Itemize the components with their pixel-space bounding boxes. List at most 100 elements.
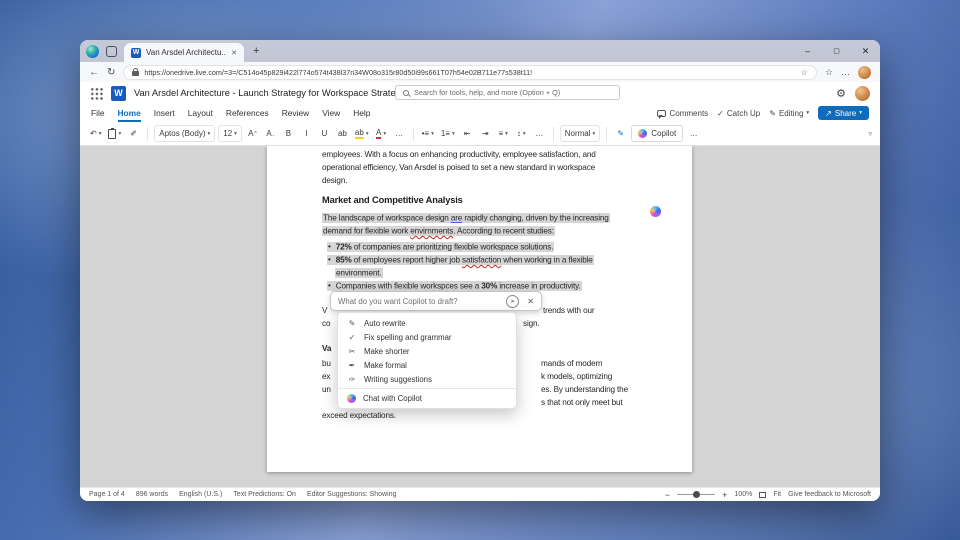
doc-bullet[interactable]: •Companies with flexible workspces see a…: [327, 280, 582, 291]
language-status[interactable]: English (U.S.): [179, 491, 222, 498]
shrink-font-button[interactable]: Aˬ: [263, 125, 278, 142]
copilot-button[interactable]: Copilot: [631, 125, 683, 142]
url-field[interactable]: https://onedrive.live.com/=3=/C514o45p82…: [123, 65, 817, 80]
zoom-out-icon[interactable]: −: [665, 490, 670, 500]
doc-fragment[interactable]: un: [322, 384, 331, 395]
fit-icon[interactable]: [759, 492, 766, 498]
menu-help[interactable]: Help: [353, 105, 370, 122]
menu-item-writing-suggestions[interactable]: ✑Writing suggestions: [338, 372, 516, 386]
zoom-in-icon[interactable]: +: [722, 490, 727, 500]
share-button[interactable]: ↗ Share ▾: [818, 106, 869, 120]
search-box[interactable]: Search for tools, help, and more (Option…: [395, 85, 620, 100]
menu-review[interactable]: Review: [282, 105, 309, 122]
document-page[interactable]: employees. With a focus on enhancing pro…: [267, 146, 692, 472]
bullets-button[interactable]: •≡▾: [420, 125, 436, 142]
doc-fragment[interactable]: exceed expectations.: [322, 410, 396, 421]
copilot-prompt-box[interactable]: What do you want Copilot to draft? ➤ ✕: [330, 291, 542, 311]
back-icon[interactable]: ←: [89, 67, 99, 78]
settings-gear-icon[interactable]: ⚙: [836, 87, 846, 100]
doc-fragment[interactable]: es. By understanding the: [541, 384, 628, 395]
zoom-slider-knob[interactable]: [693, 491, 700, 498]
doc-heading-fragment[interactable]: Va: [322, 343, 331, 354]
styles-combo[interactable]: Normal▾: [560, 125, 601, 142]
grow-font-button[interactable]: A^: [245, 125, 260, 142]
doc-fragment[interactable]: co: [322, 318, 330, 329]
menu-item-auto-rewrite[interactable]: ✎Auto rewrite: [338, 316, 516, 330]
text-predictions-status[interactable]: Text Predictions: On: [233, 491, 296, 498]
doc-heading[interactable]: Market and Competitive Analysis: [322, 195, 463, 206]
italic-button[interactable]: I: [299, 125, 314, 142]
more-ribbon-options-button[interactable]: …: [686, 125, 701, 142]
tab-close-icon[interactable]: ✕: [231, 49, 237, 57]
doc-fragment[interactable]: trends with our: [543, 305, 594, 316]
doc-fragment[interactable]: k models, optimizing: [541, 371, 612, 382]
underline-button[interactable]: U: [317, 125, 332, 142]
doc-line-selected[interactable]: The landscape of workspace design are ra…: [322, 212, 610, 223]
app-launcher-icon[interactable]: [90, 87, 103, 100]
doc-fragment[interactable]: s that not only meet but: [541, 397, 623, 408]
editor-suggestions-status[interactable]: Editor Suggestions: Showing: [307, 491, 397, 498]
editing-mode-button[interactable]: ✎ Editing ▾: [769, 109, 809, 118]
doc-fragment[interactable]: mands of modern: [541, 358, 602, 369]
refresh-icon[interactable]: ↻: [107, 67, 115, 78]
doc-fragment[interactable]: bu: [322, 358, 331, 369]
menu-layout[interactable]: Layout: [188, 105, 213, 122]
favorite-star-icon[interactable]: ☆: [801, 68, 808, 77]
indent-button[interactable]: ⇥: [478, 125, 493, 142]
workspaces-icon[interactable]: [106, 46, 117, 57]
browser-menu-icon[interactable]: …: [841, 67, 850, 77]
zoom-level[interactable]: 100%: [734, 491, 752, 498]
new-tab-button[interactable]: +: [253, 45, 259, 57]
feedback-link[interactable]: Give feedback to Microsoft: [788, 491, 871, 498]
browser-tab[interactable]: W Van Arsdel Architectu... ✕: [124, 43, 244, 62]
copilot-margin-icon[interactable]: [650, 206, 661, 217]
copilot-send-icon[interactable]: ➤: [506, 295, 519, 308]
browser-profile-avatar[interactable]: [858, 66, 871, 79]
menu-insert[interactable]: Insert: [154, 105, 175, 122]
word-count[interactable]: 896 words: [136, 491, 168, 498]
outdent-button[interactable]: ⇤: [460, 125, 475, 142]
collapse-ribbon-icon[interactable]: ▿: [868, 130, 872, 138]
edge-logo-icon[interactable]: [86, 45, 99, 58]
doc-bullet[interactable]: •85% of employees report higher job sati…: [327, 254, 594, 265]
fit-label[interactable]: Fit: [773, 491, 781, 498]
catch-up-button[interactable]: ✓ Catch Up: [717, 109, 760, 118]
comments-button[interactable]: Comments: [657, 109, 708, 118]
menu-references[interactable]: References: [226, 105, 269, 122]
menu-item-chat-with-copilot[interactable]: Chat with Copilot: [338, 391, 516, 405]
alignment-button[interactable]: ≡▾: [496, 125, 511, 142]
page-count[interactable]: Page 1 of 4: [89, 491, 125, 498]
menu-item-make-shorter[interactable]: ✂Make shorter: [338, 344, 516, 358]
window-restore-button[interactable]: ▢: [822, 40, 851, 62]
doc-line[interactable]: employees. With a focus on enhancing pro…: [322, 149, 596, 160]
font-color-button[interactable]: A▾: [374, 125, 389, 142]
strikethrough-button[interactable]: ab: [335, 125, 350, 142]
window-minimize-button[interactable]: –: [793, 40, 822, 62]
line-spacing-button[interactable]: ↕▾: [514, 125, 529, 142]
more-font-options-button[interactable]: …: [392, 125, 407, 142]
bold-button[interactable]: B: [281, 125, 296, 142]
doc-line-selected[interactable]: demand for flexible work envirnments. Ac…: [322, 225, 555, 236]
menu-home[interactable]: Home: [118, 105, 141, 122]
doc-fragment[interactable]: sign.: [523, 318, 540, 329]
doc-fragment[interactable]: ex: [322, 371, 330, 382]
numbering-button[interactable]: 1≡▾: [439, 125, 457, 142]
doc-bullet[interactable]: •72% of companies are prioritizing flexi…: [327, 241, 554, 252]
zoom-slider[interactable]: [677, 494, 715, 495]
format-painter-button[interactable]: ✐: [126, 125, 141, 142]
highlight-button[interactable]: ab▾: [353, 125, 371, 142]
undo-button[interactable]: ↶▾: [88, 125, 103, 142]
font-size-combo[interactable]: 12▾: [218, 125, 242, 142]
font-name-combo[interactable]: Aptos (Body)▾: [154, 125, 215, 142]
doc-line[interactable]: operational efficiency, Van Arsdel is po…: [322, 162, 595, 173]
editor-button[interactable]: ✎: [613, 125, 628, 142]
word-logo-icon[interactable]: W: [111, 86, 126, 101]
doc-line[interactable]: design.: [322, 175, 347, 186]
copilot-close-icon[interactable]: ✕: [527, 297, 534, 306]
account-avatar[interactable]: [855, 86, 870, 101]
more-paragraph-options-button[interactable]: …: [532, 125, 547, 142]
doc-bullet-wrap[interactable]: environment.: [335, 267, 383, 278]
menu-item-make-formal[interactable]: ✒Make formal: [338, 358, 516, 372]
window-close-button[interactable]: ✕: [851, 40, 880, 62]
document-title[interactable]: Van Arsdel Architecture - Launch Strateg…: [134, 88, 405, 98]
